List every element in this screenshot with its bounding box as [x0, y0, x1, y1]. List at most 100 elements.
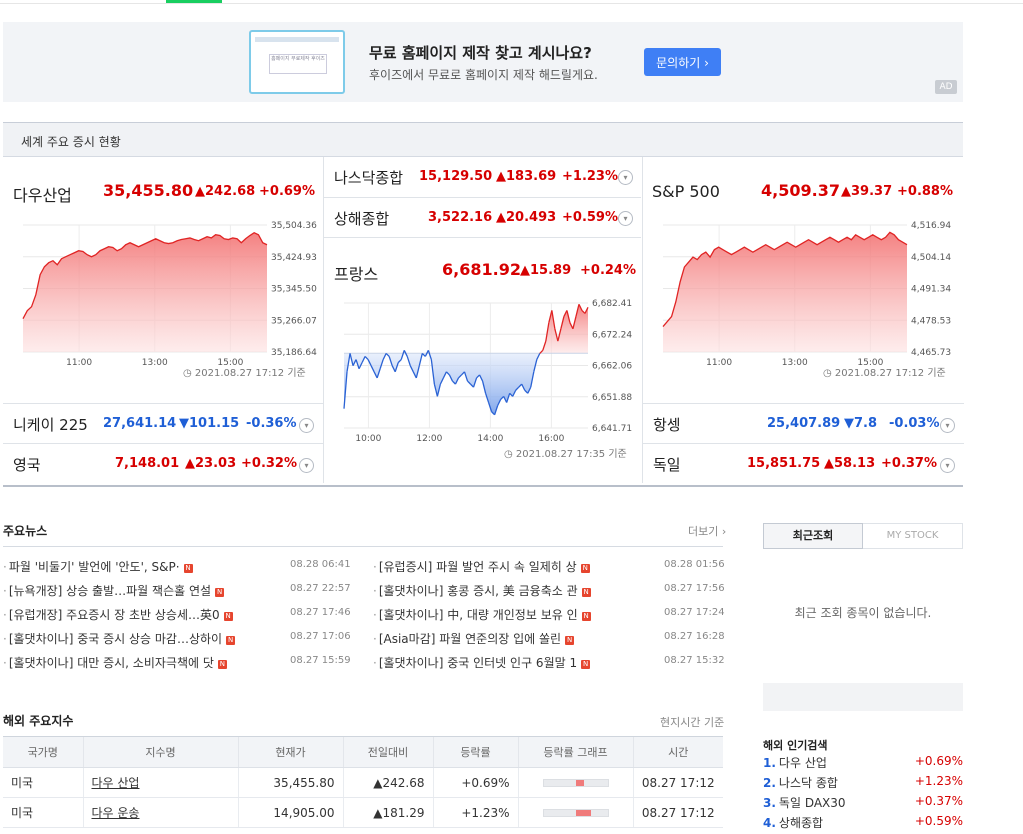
chart-ytick-label: 6,662.06 [592, 362, 632, 372]
news-time: 08.27 16:28 [664, 631, 725, 642]
bullet-icon: · [3, 584, 7, 598]
nasdaq-expand-icon[interactable]: ▾ [618, 170, 633, 185]
tab-recent[interactable]: 최근조회 [763, 523, 863, 549]
ad-thumbnail: 홈페이지 무료제작 후이즈 [249, 30, 345, 94]
dow-panel: 다우산업 35,455.80 ▲242.68 +0.69% 35,504.36 3… [3, 157, 324, 483]
popular-name[interactable]: 다우 산업 [779, 756, 827, 770]
ad-thumbnail-bar [255, 37, 339, 42]
france-chart[interactable]: 6,682.41 6,672.24 6,662.06 6,651.88 6,641.71… [324, 295, 641, 450]
news-headline[interactable]: [유럽증시] 파월 발언 주시 속 일제히 상 [379, 560, 577, 574]
new-badge-icon: N [226, 636, 236, 645]
ad-title[interactable]: 무료 홈페이지 제작 찾고 계시나요? [369, 42, 592, 63]
news-headline[interactable]: [홀댓차이나] 홍콩 증시, 美 금융축소 관 [379, 584, 578, 598]
dow-change: ▲242.68 [195, 184, 256, 199]
chart-ytick-label: 35,504.36 [271, 221, 317, 231]
ad-inquiry-button[interactable]: 문의하기 › [644, 48, 721, 76]
shanghai-row[interactable]: 상해종합 3,522.16 ▲20.493 +0.59% ▾ [324, 197, 641, 237]
news-item-right-3[interactable]: · [Asia마감] 파월 연준의장 입에 쏠린 N [373, 630, 575, 647]
nikkei-expand-icon[interactable]: ▾ [299, 418, 314, 433]
news-headline[interactable]: [홀댓차이나] 중국 증시 상승 마감…상하이 [9, 632, 222, 646]
popular-name[interactable]: 상해종합 [779, 816, 823, 830]
bullet-icon: · [3, 656, 7, 670]
popular-item-0[interactable]: 1. 다우 산업 +0.69% [763, 754, 963, 774]
indices-cell-price: 14,905.00 [237, 797, 343, 828]
news-item-right-1[interactable]: · [홀댓차이나] 홍콩 증시, 美 금융축소 관N [373, 582, 591, 599]
news-headline[interactable]: [뉴욕개장] 상승 출발…파월 잭슨홀 연설 [9, 584, 211, 598]
news-headline[interactable]: [홀댓차이나] 대만 증시, 소비자극책에 닷 [9, 656, 214, 670]
news-item-left-3[interactable]: · [홀댓차이나] 중국 증시 상승 마감…상하이 N [3, 630, 236, 647]
news-time: 08.27 17:56 [664, 583, 725, 594]
news-item-right-2[interactable]: · [홀댓차이나] 中, 대량 개인정보 보유 인N [373, 606, 591, 623]
bullet-icon: · [373, 632, 377, 646]
nasdaq-rate: +1.23% [562, 169, 618, 184]
indices-cell-time: 08.27 17:12 [632, 767, 723, 798]
news-headline[interactable]: 파월 '비둘기' 발언에 '안도', S&P· [9, 560, 180, 574]
news-item-left-1[interactable]: · [뉴욕개장] 상승 출발…파월 잭슨홀 연설 N [3, 582, 225, 599]
bullet-icon: · [3, 608, 7, 622]
france-name[interactable]: 프랑스 [334, 261, 378, 285]
dow-timestamp-text: 2021.08.27 17:12 기준 [194, 368, 306, 379]
uk-value: 7,148.01 [115, 456, 180, 471]
france-timestamp: ◷ 2021.08.27 17:35 기준 [504, 449, 627, 460]
popular-search-title: 해외 인기검색 [763, 739, 828, 752]
tab-mystock[interactable]: MY STOCK [863, 523, 963, 549]
indices-header-1: 지수명 [82, 736, 238, 768]
popular-name[interactable]: 독일 DAX30 [779, 796, 846, 810]
news-item-right-4[interactable]: · [홀댓차이나] 중국 인터넷 인구 6월말 1 N [373, 654, 591, 671]
popular-item-1[interactable]: 2. 나스닥 종합 +1.23% [763, 774, 963, 794]
rate-bar [542, 808, 609, 817]
table-row[interactable]: 미국 다우 산업 35,455.80 ▲242.68 +0.69% 08.27 17:12 [3, 767, 723, 798]
chart-ytick-label: 4,465.73 [911, 348, 951, 358]
indices-header-4: 등락률 [432, 736, 518, 768]
dow-chart[interactable]: 35,504.36 35,424.93 35,345.50 35,266.07 35,1… [3, 217, 323, 377]
popular-rank: 2. [763, 776, 776, 790]
indices-cell-name[interactable]: 다우 산업 [82, 767, 238, 798]
world-markets-header: 세계 주요 증시 현황 [3, 123, 963, 157]
chart-ytick-label: 35,345.50 [271, 285, 317, 295]
nikkei-row[interactable]: 니케이 225 27,641.14 ▼101.15 -0.36% ▾ [3, 403, 323, 443]
sp500-timestamp: ◷ 2021.08.27 17:12 기준 [823, 368, 946, 379]
uk-row[interactable]: 영국 7,148.01 ▲23.03 +0.32% ▾ [3, 443, 323, 483]
indices-cell-price: 35,455.80 [237, 767, 343, 798]
ad-banner[interactable]: 홈페이지 무료제작 후이즈 무료 홈페이지 제작 찾고 계시나요? 후이즈에서 … [3, 22, 963, 102]
world-markets-panel: 세계 주요 증시 현황 다우산업 35,455.80 ▲242.68 +0.69… [3, 122, 964, 487]
chart-xtick-label: 10:00 [355, 434, 381, 444]
chart-xtick-label: 11:00 [706, 358, 732, 368]
news-item-left-2[interactable]: · [유럽개장] 주요증시 장 초반 상승세…英0 N [3, 606, 233, 623]
germany-row[interactable]: 독일 15,851.75 ▲58.13 +0.37% ▾ [643, 443, 964, 483]
popular-rank: 1. [763, 756, 776, 770]
uk-change: ▲23.03 [185, 456, 237, 471]
chart-ytick-label: 35,424.93 [271, 253, 317, 263]
uk-expand-icon[interactable]: ▾ [299, 458, 314, 473]
sp500-chart[interactable]: 4,516.94 4,504.14 4,491.34 4,478.53 4,465.73… [643, 217, 964, 377]
indices-cell-country: 미국 [3, 767, 83, 798]
germany-expand-icon[interactable]: ▾ [940, 458, 955, 473]
news-headline[interactable]: [Asia마감] 파월 연준의장 입에 쏠린 [379, 632, 561, 646]
hangseng-row[interactable]: 항셍 25,407.89 ▼7.8 -0.03% ▾ [643, 403, 964, 443]
news-item-left-0[interactable]: · 파월 '비둘기' 발언에 '안도', S&P· N [3, 558, 193, 575]
news-time: 08.27 22:57 [290, 583, 351, 594]
popular-rate: +0.59% [914, 814, 963, 828]
hangseng-value: 25,407.89 [767, 416, 841, 431]
nasdaq-name: 나스닥종합 [334, 169, 404, 187]
news-item-right-0[interactable]: · [유럽증시] 파월 발언 주시 속 일제히 상N [373, 558, 590, 575]
indices-title: 해외 주요지수 [3, 714, 74, 728]
dow-value: 35,455.80 [103, 181, 194, 200]
nasdaq-row[interactable]: 나스닥종합 15,129.50 ▲183.69 +1.23% ▾ [324, 157, 641, 197]
news-item-left-4[interactable]: · [홀댓차이나] 대만 증시, 소비자극책에 닷N [3, 654, 227, 671]
chart-xtick-label: 12:00 [416, 434, 442, 444]
news-headline[interactable]: [홀댓차이나] 中, 대량 개인정보 보유 인 [379, 608, 578, 622]
chart-xtick-label: 16:00 [538, 434, 564, 444]
shanghai-expand-icon[interactable]: ▾ [618, 211, 633, 226]
news-headline[interactable]: [홀댓차이나] 중국 인터넷 인구 6월말 1 [379, 656, 577, 670]
table-row[interactable]: 미국 다우 운송 14,905.00 ▲181.29 +1.23% 08.27 17:12 [3, 797, 723, 828]
dow-name[interactable]: 다우산업 [13, 182, 72, 206]
sp500-name[interactable]: S&P 500 [652, 182, 720, 201]
indices-cell-name[interactable]: 다우 운송 [82, 797, 238, 828]
news-headline[interactable]: [유럽개장] 주요증시 장 초반 상승세…英0 [9, 608, 220, 622]
news-more-link[interactable]: 더보기 › [688, 523, 726, 539]
popular-name[interactable]: 나스닥 종합 [779, 776, 838, 790]
hangseng-expand-icon[interactable]: ▾ [940, 418, 955, 433]
popular-item-2[interactable]: 3. 독일 DAX30 +0.37% [763, 794, 963, 814]
popular-item-3[interactable]: 4. 상해종합 +0.59% [763, 814, 963, 834]
